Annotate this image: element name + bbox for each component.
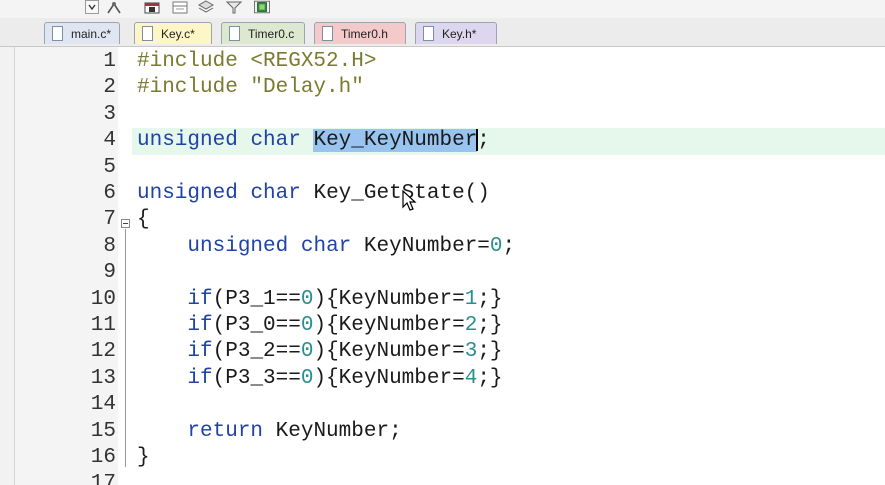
toolbar bbox=[0, 0, 885, 18]
code-line[interactable]: if(P3_0==0){KeyNumber=2;} bbox=[137, 313, 502, 339]
layers-icon[interactable] bbox=[198, 0, 214, 14]
editor-left-margin bbox=[0, 47, 15, 485]
line-number: 7 bbox=[103, 208, 116, 232]
line-number: 10 bbox=[90, 287, 116, 311]
tab-timer0-c[interactable]: Timer0.c bbox=[221, 22, 305, 44]
tab-label: Timer0.c bbox=[248, 26, 295, 41]
tab-bar: main.c* Key.c* Timer0.c Timer0.h Key.h* bbox=[0, 18, 885, 47]
code-line[interactable]: } bbox=[137, 445, 150, 471]
line-number: 13 bbox=[90, 366, 116, 390]
tab-label: main.c* bbox=[71, 26, 112, 41]
line-number: 15 bbox=[90, 419, 116, 443]
code-line[interactable]: unsigned char Key_KeyNumber; bbox=[137, 128, 490, 154]
line-number: 4 bbox=[103, 129, 116, 153]
code-line[interactable]: { bbox=[137, 207, 150, 233]
build-icon[interactable] bbox=[106, 0, 122, 14]
chip-icon[interactable] bbox=[254, 0, 270, 14]
dropdown-icon[interactable] bbox=[84, 0, 100, 14]
code-line[interactable]: if(P3_2==0){KeyNumber=3;} bbox=[137, 339, 502, 365]
tab-label: Key.c* bbox=[161, 26, 195, 41]
document-icon bbox=[322, 26, 333, 41]
code-line[interactable]: unsigned char Key_GetState() bbox=[137, 181, 490, 207]
line-number: 8 bbox=[103, 234, 116, 258]
code-line[interactable]: return KeyNumber; bbox=[137, 419, 401, 445]
mouse-pointer-icon bbox=[402, 189, 418, 217]
code-line[interactable]: #include <REGX52.H> bbox=[137, 49, 376, 75]
tab-main-c[interactable]: main.c* bbox=[44, 22, 120, 44]
code-line[interactable]: unsigned char KeyNumber=0; bbox=[137, 234, 515, 260]
tab-label: Key.h* bbox=[442, 26, 477, 41]
line-number: 1 bbox=[103, 50, 116, 73]
code-line[interactable]: if(P3_3==0){KeyNumber=4;} bbox=[137, 366, 502, 392]
line-number: 9 bbox=[103, 261, 116, 285]
window-icon[interactable] bbox=[172, 0, 188, 14]
line-number: 17 bbox=[90, 472, 116, 485]
line-number: 16 bbox=[90, 446, 116, 469]
code-line[interactable]: #include "Delay.h" bbox=[137, 75, 364, 101]
tab-key-c[interactable]: Key.c* bbox=[134, 22, 212, 44]
document-icon bbox=[52, 26, 63, 41]
document-icon bbox=[142, 26, 153, 41]
line-number: 12 bbox=[90, 340, 116, 364]
tab-label: Timer0.h bbox=[341, 26, 388, 41]
tab-timer0-h[interactable]: Timer0.h bbox=[314, 22, 406, 44]
document-icon bbox=[229, 26, 240, 41]
sheet-icon[interactable] bbox=[144, 0, 160, 14]
code-editor[interactable]: 1 #include <REGX52.H> 2 #include "Delay.h" 3… bbox=[0, 47, 885, 485]
code-line[interactable]: if(P3_1==0){KeyNumber=1;} bbox=[137, 287, 502, 313]
line-number: 14 bbox=[90, 393, 116, 417]
tab-key-h[interactable]: Key.h* bbox=[415, 22, 497, 44]
line-number: 2 bbox=[103, 76, 116, 100]
fold-guide-line bbox=[125, 229, 126, 467]
document-icon bbox=[423, 26, 434, 41]
line-number: 5 bbox=[103, 155, 116, 179]
line-number: 11 bbox=[90, 314, 116, 337]
filter-icon[interactable] bbox=[226, 0, 242, 14]
line-number: 6 bbox=[103, 182, 116, 205]
text-caret bbox=[476, 128, 479, 151]
line-number: 3 bbox=[103, 102, 116, 126]
selected-text: Key_KeyNumber bbox=[313, 129, 478, 153]
fold-collapse-icon[interactable] bbox=[121, 219, 130, 228]
